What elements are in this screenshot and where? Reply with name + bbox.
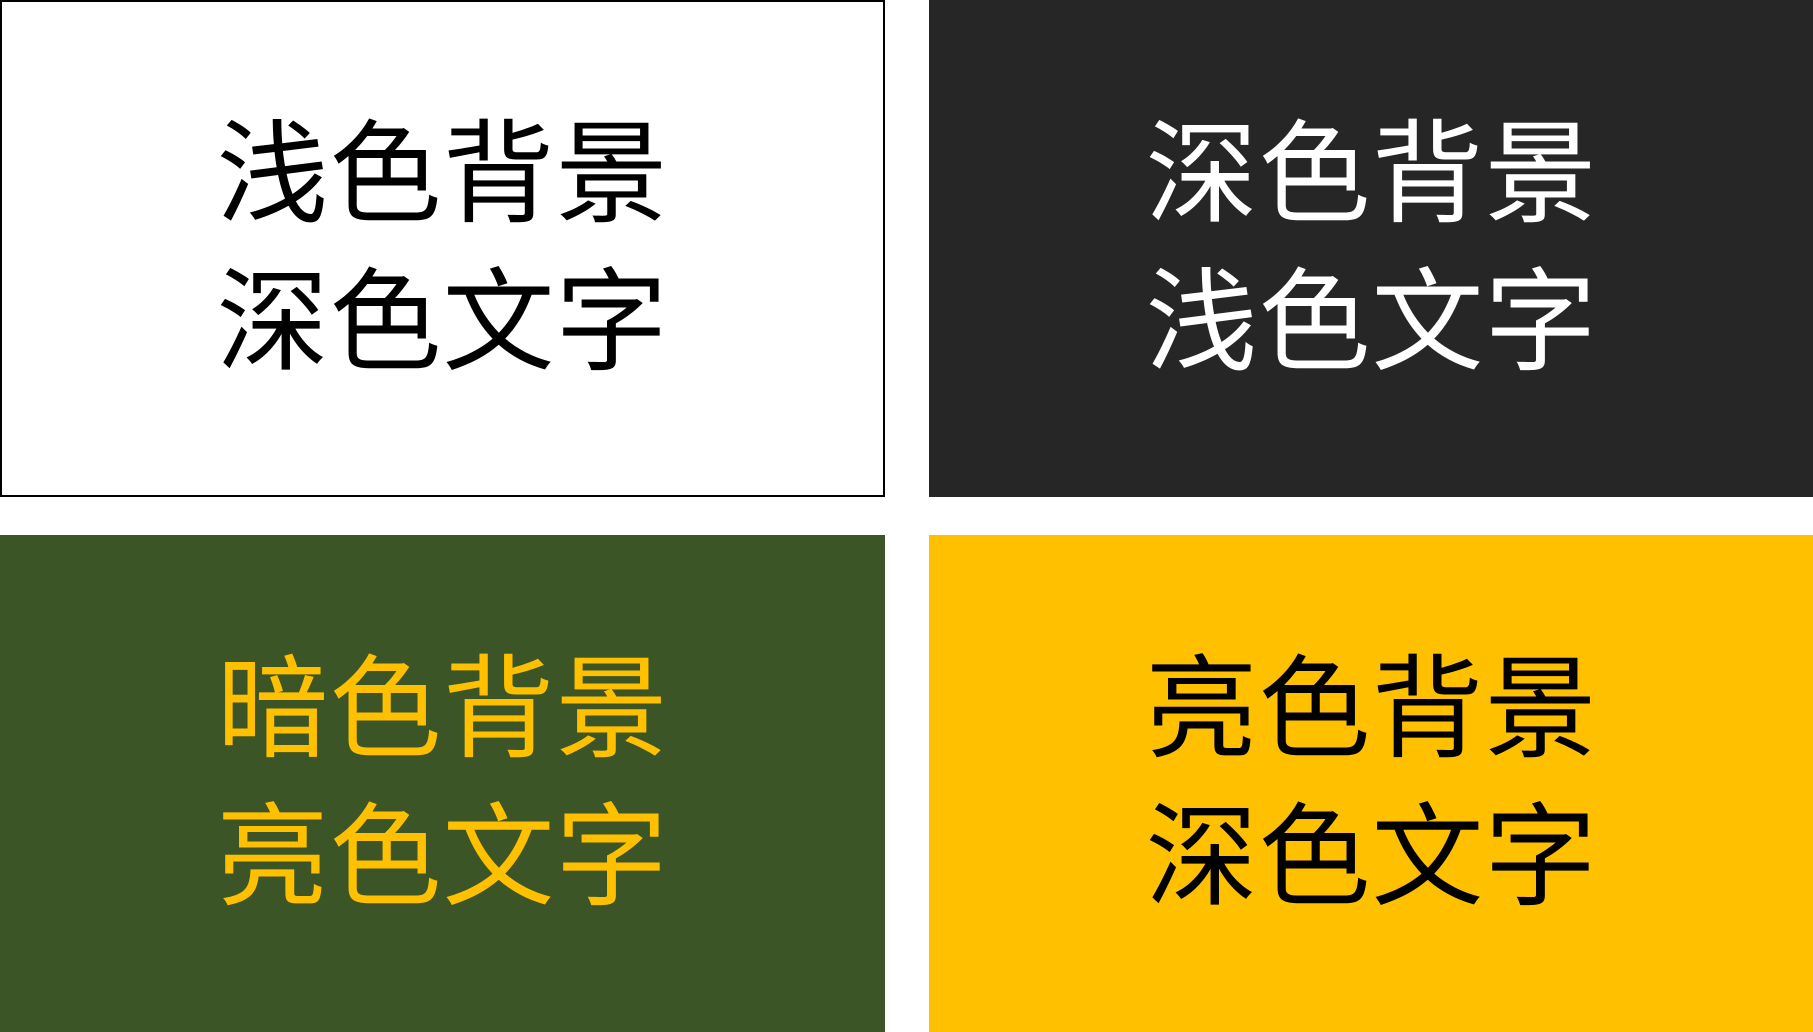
panel-line-2: 深色文字 — [216, 257, 669, 388]
bright-yellow-background-panel: 亮色背景 深色文字 — [929, 535, 1813, 1032]
panel-line-2: 亮色文字 — [216, 792, 669, 923]
panel-line-1: 暗色背景 — [216, 644, 669, 775]
dark-background-panel: 深色背景 浅色文字 — [929, 0, 1813, 497]
light-background-panel: 浅色背景 深色文字 — [0, 0, 885, 497]
panel-line-2: 浅色文字 — [1145, 257, 1598, 388]
panel-line-1: 浅色背景 — [216, 109, 669, 240]
panel-line-1: 深色背景 — [1145, 109, 1598, 240]
deep-green-background-panel: 暗色背景 亮色文字 — [0, 535, 885, 1032]
panel-line-1: 亮色背景 — [1145, 644, 1598, 775]
panel-line-2: 深色文字 — [1145, 792, 1598, 923]
